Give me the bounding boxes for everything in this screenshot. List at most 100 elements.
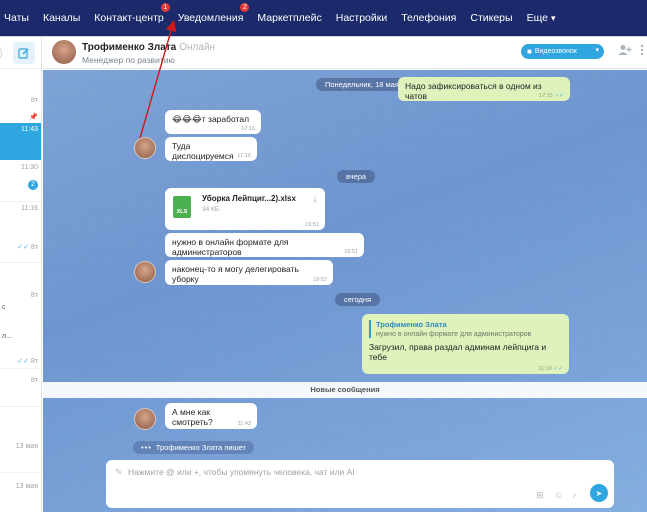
chat-list-item[interactable]: 13 мая — [0, 443, 41, 473]
message-text: А мне как смотреть? — [172, 407, 213, 427]
message-input[interactable]: Нажмите @ или +, чтобы упомянуть человек… — [128, 467, 355, 477]
quoted-author: Трофименко Злата — [376, 320, 447, 329]
chat-list-item-unread[interactable]: 2 — [0, 180, 41, 202]
chat-list-item-time: 8т — [30, 292, 38, 299]
download-icon[interactable]: ⤓ — [313, 194, 317, 205]
online-status: Онлайн — [179, 42, 216, 53]
chat-list-toolbar — [0, 37, 41, 69]
chat-list-item-time: 8т — [30, 377, 38, 384]
chat-list-item[interactable]: 8т — [0, 377, 41, 407]
nav-stickers[interactable]: Стикеры — [470, 12, 512, 24]
row-divider — [0, 472, 41, 473]
nav-telephony[interactable]: Телефония — [401, 12, 456, 24]
file-message[interactable]: XLS Уборка Лейпциг...2).xlsx 34 КБ ⤓ 19:… — [165, 188, 325, 230]
chat-list-item-time: 8т — [30, 244, 38, 251]
emoji-icon[interactable]: ☺ — [554, 490, 563, 500]
avatar[interactable] — [134, 408, 156, 430]
file-name[interactable]: Уборка Лейпциг...2).xlsx — [202, 194, 296, 203]
read-ticks-icon: ✓✓ — [554, 93, 564, 99]
message-time: 17:16 — [237, 153, 251, 159]
chat-list-item[interactable]: 11:16 — [0, 205, 41, 221]
message-text: нужно в онлайн формате для администратор… — [172, 237, 289, 257]
chat-list-item[interactable]: 8т с — [0, 292, 41, 316]
avatar[interactable] — [52, 40, 76, 64]
send-button[interactable]: ➤ — [590, 484, 608, 502]
incoming-message[interactable]: Туда дислоцируемся 17:16 — [165, 137, 257, 161]
video-call-button[interactable]: ■ Видеозвонок ▾ — [521, 44, 604, 59]
more-icon[interactable] — [640, 44, 647, 58]
message-time: 19:52 — [313, 277, 327, 283]
attach-icon[interactable]: ✎ — [115, 467, 123, 478]
typing-text: Трофименко Злата пишет — [155, 443, 246, 452]
chat-list-item-fragment: л... — [2, 333, 12, 340]
file-size: 34 КБ — [202, 206, 220, 213]
message-time: 17:16 — [241, 126, 255, 132]
row-divider — [0, 368, 41, 369]
nav-channels[interactable]: Каналы — [43, 12, 80, 24]
chat-list-item-time: ✓✓ 8т — [17, 357, 38, 365]
nav-contact-center-badge: 1 — [160, 3, 170, 12]
unread-count-badge: 2 — [28, 180, 38, 190]
nav-more[interactable]: Еще — [527, 12, 556, 24]
date-separator: вчера — [337, 170, 376, 183]
contact-name: Трофименко Злата — [82, 42, 177, 53]
video-call-label: Видеозвонок — [534, 48, 577, 55]
chat-list-item[interactable]: 11:30 — [0, 164, 41, 178]
incoming-message[interactable]: 😂😂😂т заработал 17:16 — [165, 110, 261, 134]
message-time: 11:19 ✓✓ — [538, 366, 563, 372]
message-area[interactable]: Понедельник, 18 мая Надо зафиксироваться… — [43, 70, 647, 512]
incoming-message[interactable]: А мне как смотреть? 11:43 — [165, 403, 257, 429]
date-separator: сегодня — [335, 293, 381, 306]
chat-title[interactable]: Трофименко Злата Онлайн — [82, 42, 215, 53]
chevron-down-icon[interactable]: ▾ — [595, 46, 599, 54]
chat-list-item[interactable]: 13 мая — [0, 483, 41, 511]
nav-chats[interactable]: Чаты — [4, 12, 29, 24]
nav-marketplace[interactable]: Маркетплейс — [257, 12, 321, 24]
nav-contact-center-label: Контакт-центр — [94, 12, 164, 24]
microphone-icon[interactable]: ♪ — [572, 490, 577, 500]
chat-list-item[interactable]: 8т — [0, 97, 41, 113]
chat-list-item-time: 11:43 — [21, 126, 38, 133]
chat-header: Трофименко Злата Онлайн Менеджер по разви… — [43, 37, 647, 69]
new-messages-divider: Новые сообщения — [43, 382, 647, 398]
search-input[interactable] — [0, 43, 2, 63]
top-navigation: Чаты Каналы Контакт-центр 1 Уведомления … — [0, 0, 647, 36]
outgoing-message[interactable]: Надо зафиксироваться в одном из чатов 17… — [398, 77, 570, 101]
chat-list: 8т 📌 11:43 11:30 2 11:16 ✓✓ 8т 8т с л...… — [0, 37, 42, 512]
new-chat-button[interactable] — [13, 42, 35, 64]
nav-notifications[interactable]: Уведомления 2 — [178, 3, 250, 24]
nav-contact-center[interactable]: Контакт-центр 1 — [94, 3, 170, 24]
message-time: 19:51 — [344, 249, 358, 255]
contact-role: Менеджер по развитию — [82, 55, 175, 65]
read-ticks-icon: ✓✓ — [17, 244, 29, 251]
message-composer[interactable]: ✎ Нажмите @ или +, чтобы упомянуть челов… — [106, 460, 614, 508]
incoming-message[interactable]: нужно в онлайн формате для администратор… — [165, 233, 364, 257]
read-ticks-icon: ✓✓ — [17, 358, 29, 365]
avatar[interactable] — [134, 261, 156, 283]
chat-list-item-time: 11:16 — [21, 205, 38, 212]
apps-icon[interactable]: ⊞ — [536, 490, 544, 501]
chat-list-item-active[interactable]: 11:43 — [0, 123, 41, 160]
quoted-message[interactable]: Трофименко Злата нужно в онлайн формате … — [369, 320, 562, 338]
nav-settings[interactable]: Настройки — [336, 12, 388, 24]
outgoing-reply-message[interactable]: Трофименко Злата нужно в онлайн формате … — [362, 314, 569, 374]
nav-notifications-badge: 2 — [240, 3, 250, 12]
incoming-message[interactable]: наконец-то я могу делегировать уборку 19… — [165, 260, 333, 285]
send-icon: ➤ — [595, 488, 603, 498]
pin-icon: 📌 — [29, 114, 38, 121]
message-time: 17:15 ✓✓ — [539, 93, 564, 99]
row-divider — [0, 201, 41, 202]
camera-icon: ■ — [527, 47, 532, 56]
message-time: 19:51 — [305, 222, 319, 228]
row-divider — [0, 406, 41, 407]
quoted-text: нужно в онлайн формате для администратор… — [376, 331, 532, 338]
chat-list-item-time: 11:30 — [21, 164, 38, 171]
compose-icon — [18, 48, 29, 59]
read-ticks-icon: ✓✓ — [553, 366, 563, 372]
chat-list-item[interactable]: ✓✓ 8т — [0, 243, 41, 263]
avatar[interactable] — [134, 137, 156, 159]
message-time: 11:43 — [237, 421, 251, 427]
chat-list-item-time: 8т — [30, 97, 38, 104]
add-user-icon[interactable] — [618, 44, 632, 58]
chat-list-item[interactable]: л... ✓✓ 8т — [0, 319, 41, 369]
